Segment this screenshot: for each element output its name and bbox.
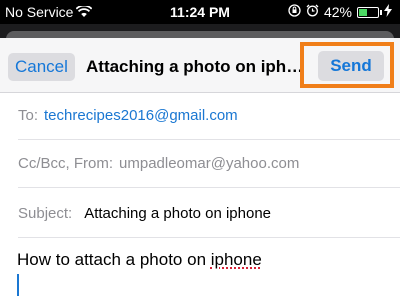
battery-icon — [357, 6, 382, 18]
ccbcc-from-label: Cc/Bcc, From: — [18, 155, 114, 172]
subject-label: Subject: — [18, 205, 73, 222]
to-field[interactable]: To: techrecipes2016@gmail.com — [18, 107, 400, 124]
divider — [18, 187, 400, 188]
battery-percent: 42% — [323, 4, 352, 20]
subject-value[interactable]: Attaching a photo on iphone — [84, 205, 271, 222]
misspelled-word: iphone — [210, 250, 262, 269]
to-recipient[interactable]: techrecipes2016@gmail.com — [44, 107, 238, 124]
charging-bolt-icon — [384, 4, 392, 20]
body-text: How to attach a photo on — [17, 250, 211, 269]
subject-field[interactable]: Subject: Attaching a photo on iphone — [18, 205, 400, 222]
send-highlight-box: Send — [300, 42, 394, 88]
text-cursor — [17, 274, 19, 296]
status-bar: No Service 11:24 PM 42% — [0, 0, 400, 24]
send-button[interactable]: Send — [318, 51, 384, 81]
battery-level-fill — [359, 8, 367, 16]
divider — [18, 237, 400, 238]
status-right-group: 42% — [283, 4, 392, 20]
message-body[interactable]: How to attach a photo on iphone — [17, 250, 262, 270]
from-address: umpadleomar@yahoo.com — [119, 155, 300, 172]
compose-title: Attaching a photo on iphone — [86, 57, 306, 76]
divider — [18, 139, 400, 140]
to-label: To: — [18, 107, 39, 124]
orientation-lock-icon — [288, 4, 301, 20]
cancel-button[interactable]: Cancel — [8, 53, 75, 81]
alarm-icon — [306, 4, 319, 20]
ccbcc-from-field[interactable]: Cc/Bcc, From: umpadleomar@yahoo.com — [18, 155, 400, 172]
